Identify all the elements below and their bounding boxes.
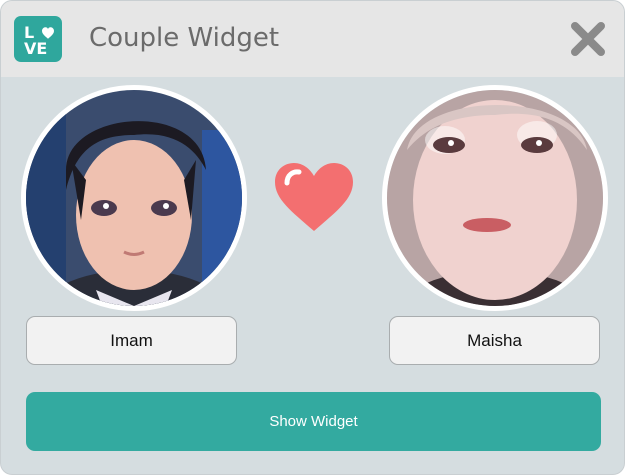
right-name-field[interactable]: [389, 316, 600, 365]
heart-icon: [273, 161, 355, 233]
window-title: Couple Widget: [89, 23, 280, 53]
show-widget-button[interactable]: Show Widget: [26, 392, 601, 451]
couple-widget-window: L VE Couple Widget Imam Maisha Show Widg…: [0, 0, 625, 475]
avatar-imam[interactable]: [21, 85, 247, 311]
love-logo-icon: L VE: [14, 16, 62, 62]
title-bar: L VE Couple Widget: [1, 1, 624, 77]
close-icon: [571, 22, 605, 56]
left-name-field[interactable]: [26, 316, 237, 365]
avatar-maisha[interactable]: [382, 85, 608, 311]
svg-text:VE: VE: [24, 39, 47, 58]
close-button[interactable]: [567, 18, 609, 60]
